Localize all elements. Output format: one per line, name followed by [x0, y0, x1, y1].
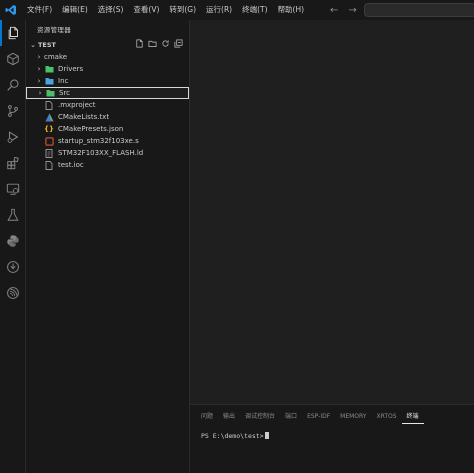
source-control-icon[interactable]: [0, 98, 26, 124]
terminal-output[interactable]: PS E:\demo\test>: [201, 432, 269, 440]
file-icon: [44, 160, 54, 170]
file-icon: [44, 100, 54, 110]
explorer-actions: [135, 38, 183, 51]
linker-file-icon: [44, 148, 54, 158]
collapse-all-icon[interactable]: [174, 39, 183, 50]
extensions-icon[interactable]: [0, 150, 26, 176]
assembly-icon: [44, 136, 54, 146]
title-bar: 文件(F) 编辑(E) 选择(S) 查看(V) 转到(G) 运行(R) 终端(T…: [0, 0, 474, 20]
menu-terminal[interactable]: 终端(T): [237, 0, 272, 20]
menu-run[interactable]: 运行(R): [201, 0, 237, 20]
tree-item-src[interactable]: › Src: [26, 87, 189, 99]
tree-item-linker[interactable]: STM32F103XX_FLASH.ld: [26, 147, 189, 159]
menu-selection[interactable]: 选择(S): [93, 0, 129, 20]
forward-arrow-icon[interactable]: →: [348, 5, 356, 16]
tree-item-cmakepresets[interactable]: {} CMakePresets.json: [26, 123, 189, 135]
tab-xrtos[interactable]: XRTOS: [371, 410, 401, 424]
tab-problems[interactable]: 问题: [196, 410, 218, 424]
project-header[interactable]: ⌄ TEST: [26, 38, 189, 51]
file-tree: › cmake › Drivers › Inc › Src .mxproject…: [26, 51, 189, 171]
tab-debug-console[interactable]: 调试控制台: [240, 410, 280, 424]
tree-item-drivers[interactable]: › Drivers: [26, 63, 189, 75]
explorer-title: 资源管理器: [37, 26, 71, 34]
tab-ports[interactable]: 端口: [280, 410, 302, 424]
tree-item-inc[interactable]: › Inc: [26, 75, 189, 87]
vscode-logo-icon[interactable]: [0, 0, 22, 20]
menu-edit[interactable]: 编辑(E): [57, 0, 93, 20]
command-center-search[interactable]: [364, 3, 474, 17]
tree-item-startup[interactable]: startup_stm32f103xe.s: [26, 135, 189, 147]
editor-area[interactable]: [190, 20, 474, 404]
tab-terminal[interactable]: 终端: [401, 410, 424, 424]
chevron-right-icon: ›: [37, 65, 41, 73]
json-icon: {}: [44, 125, 54, 133]
run-debug-icon[interactable]: [0, 124, 26, 150]
tree-item-cmake[interactable]: › cmake: [26, 51, 189, 63]
menu-file[interactable]: 文件(F): [22, 0, 57, 20]
remote-explorer-icon[interactable]: [0, 176, 26, 202]
new-file-icon[interactable]: [135, 39, 144, 50]
search-icon[interactable]: [0, 72, 26, 98]
folder-source-icon: [45, 88, 55, 98]
chevron-right-icon: ›: [38, 89, 42, 97]
back-arrow-icon[interactable]: ←: [330, 5, 338, 16]
menu-view[interactable]: 查看(V): [128, 0, 164, 20]
refresh-icon[interactable]: [161, 39, 170, 50]
espressif-icon[interactable]: [0, 280, 26, 306]
terminal-cursor: [264, 432, 269, 439]
chevron-down-icon[interactable]: ⌄: [28, 41, 38, 49]
folder-icon: [44, 64, 54, 74]
extensions-cube-icon[interactable]: [0, 46, 26, 72]
platformio-icon[interactable]: [0, 254, 26, 280]
testing-flask-icon[interactable]: [0, 202, 26, 228]
navigation-arrows: ← →: [330, 0, 357, 20]
new-folder-icon[interactable]: [148, 39, 157, 50]
panel-tabs: 问题 输出 调试控制台 端口 ESP-IDF MEMORY XRTOS 终端: [196, 410, 424, 424]
chevron-right-icon: ›: [37, 53, 41, 61]
terminal-prompt: PS E:\demo\test>: [201, 432, 264, 440]
menu-bar: 文件(F) 编辑(E) 选择(S) 查看(V) 转到(G) 运行(R) 终端(T…: [22, 0, 309, 20]
cmake-icon: [44, 112, 54, 122]
tree-item-cmakelists[interactable]: CMakeLists.txt: [26, 111, 189, 123]
tree-item-mxproject[interactable]: .mxproject: [26, 99, 189, 111]
project-name: TEST: [38, 40, 56, 49]
activity-bar: [0, 20, 26, 473]
python-icon[interactable]: [0, 228, 26, 254]
tab-output[interactable]: 输出: [218, 410, 240, 424]
folder-include-icon: [44, 76, 54, 86]
explorer-sidebar: 资源管理器 ⌄ TEST › cmake › Drivers › Inc › S: [26, 20, 190, 473]
tab-esp-idf[interactable]: ESP-IDF: [302, 410, 335, 424]
chevron-right-icon: ›: [37, 77, 41, 85]
menu-help[interactable]: 帮助(H): [273, 0, 310, 20]
bottom-panel: 问题 输出 调试控制台 端口 ESP-IDF MEMORY XRTOS 终端 P…: [190, 404, 474, 473]
menu-go[interactable]: 转到(G): [164, 0, 201, 20]
explorer-icon[interactable]: [0, 20, 26, 46]
tree-item-ioc[interactable]: test.ioc: [26, 159, 189, 171]
tab-memory[interactable]: MEMORY: [335, 410, 371, 424]
